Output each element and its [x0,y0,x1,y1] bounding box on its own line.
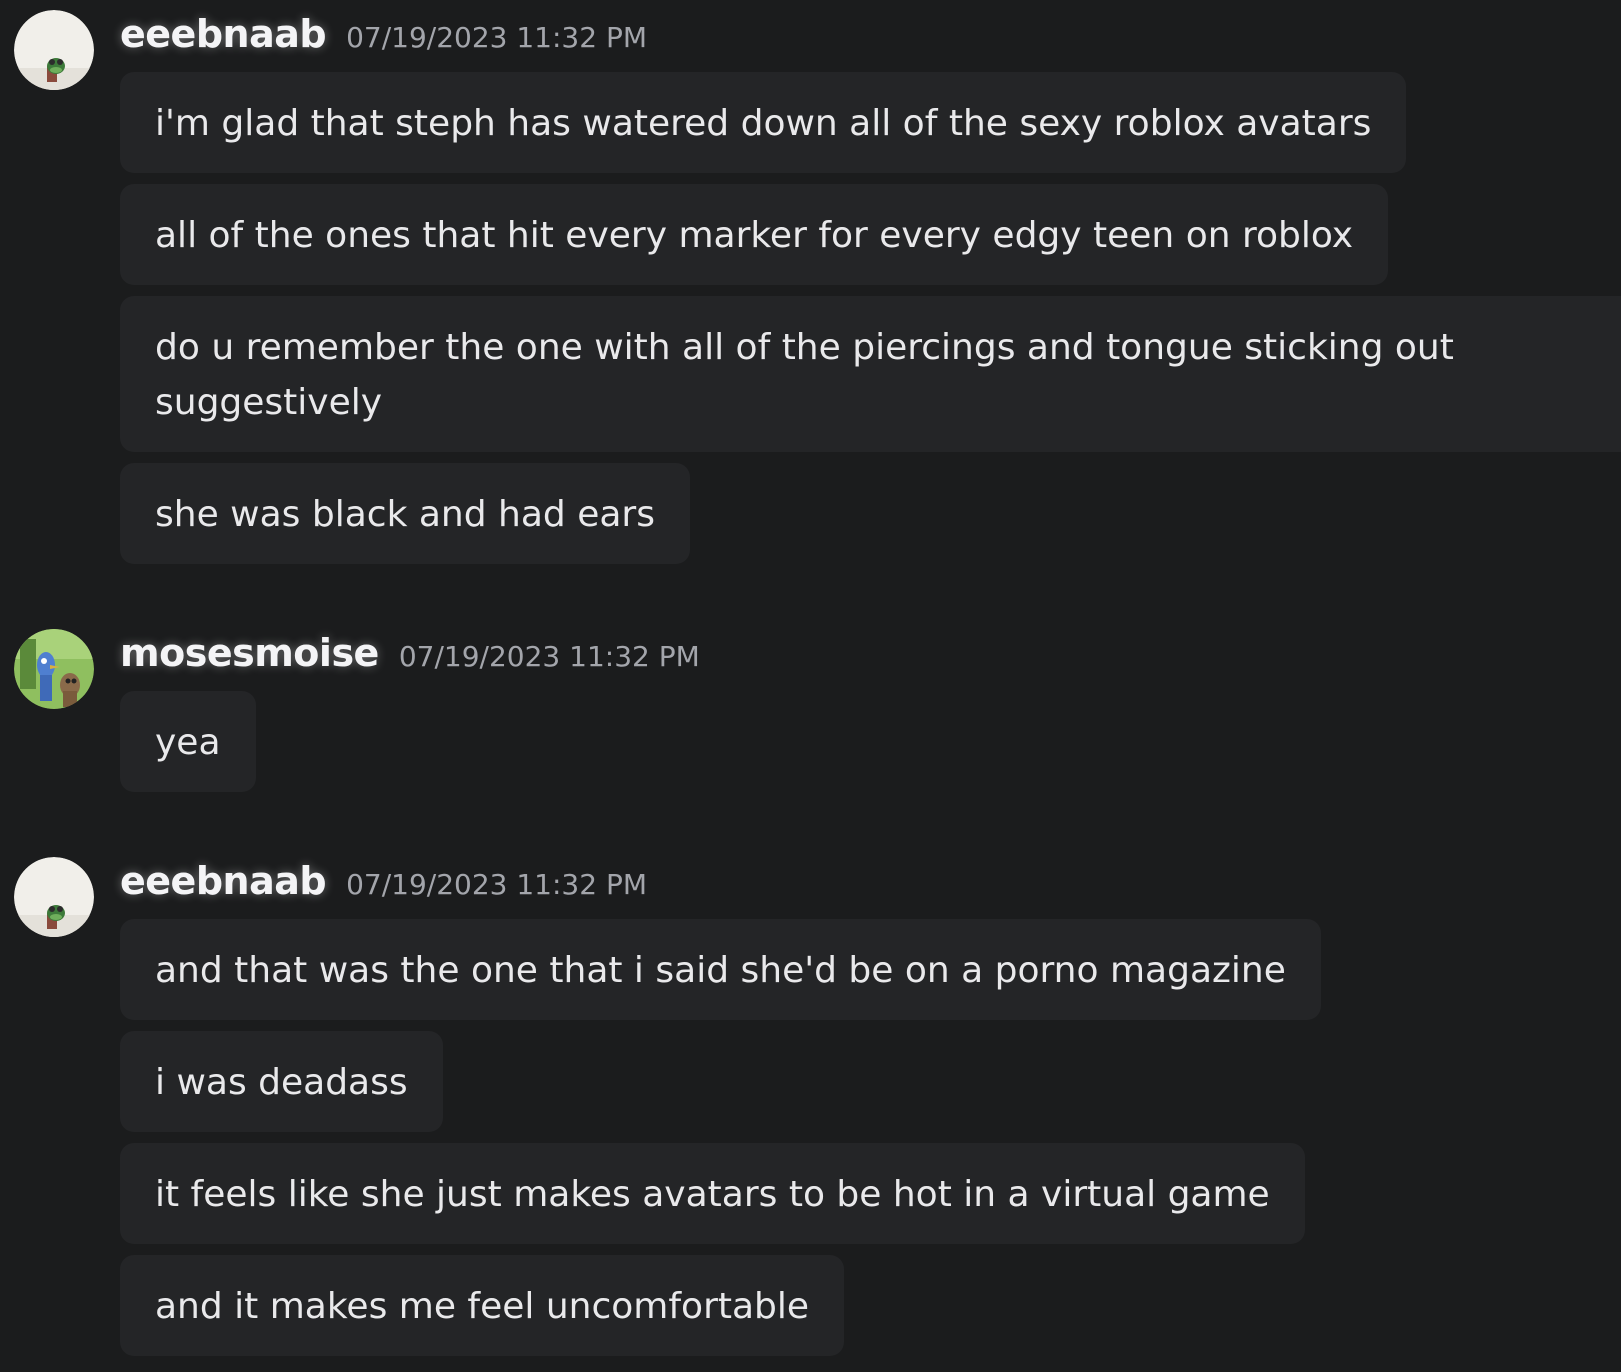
message-list: yea [120,691,1621,803]
message-list: and that was the one that i said she'd b… [120,919,1621,1367]
message-bubble: and that was the one that i said she'd b… [120,919,1321,1020]
chat-log: eeebnaab 07/19/2023 11:32 PM i'm glad th… [0,0,1621,1372]
timestamp: 07/19/2023 11:32 PM [398,640,700,673]
message-group: eeebnaab 07/19/2023 11:32 PM and that wa… [0,855,1621,1367]
message-group: eeebnaab 07/19/2023 11:32 PM i'm glad th… [0,8,1621,575]
message-bubble: she was black and had ears [120,463,690,564]
message-header: eeebnaab 07/19/2023 11:32 PM [120,8,1621,72]
message-bubble: i was deadass [120,1031,443,1132]
frog-avatar-icon[interactable] [14,857,94,937]
username[interactable]: eeebnaab [120,12,327,56]
timestamp: 07/19/2023 11:32 PM [346,21,647,54]
timestamp: 07/19/2023 11:32 PM [346,868,647,901]
message-bubble: all of the ones that hit every marker fo… [120,184,1389,285]
message-bubble: yea [120,691,256,792]
message-group: mosesmoise 07/19/2023 11:32 PM yea [0,627,1621,803]
message-bubble: it feels like she just makes avatars to … [120,1143,1305,1244]
username[interactable]: eeebnaab [120,859,327,903]
message-list: i'm glad that steph has watered down all… [120,72,1621,575]
username[interactable]: mosesmoise [120,631,379,675]
message-bubble: do u remember the one with all of the pi… [120,296,1621,452]
cartoon-avatar-icon[interactable] [14,629,94,709]
message-header: mosesmoise 07/19/2023 11:32 PM [120,627,1621,691]
message-bubble: and it makes me feel uncomfortable [120,1255,845,1356]
message-bubble: i'm glad that steph has watered down all… [120,72,1407,173]
message-header: eeebnaab 07/19/2023 11:32 PM [120,855,1621,919]
frog-avatar-icon[interactable] [14,10,94,90]
